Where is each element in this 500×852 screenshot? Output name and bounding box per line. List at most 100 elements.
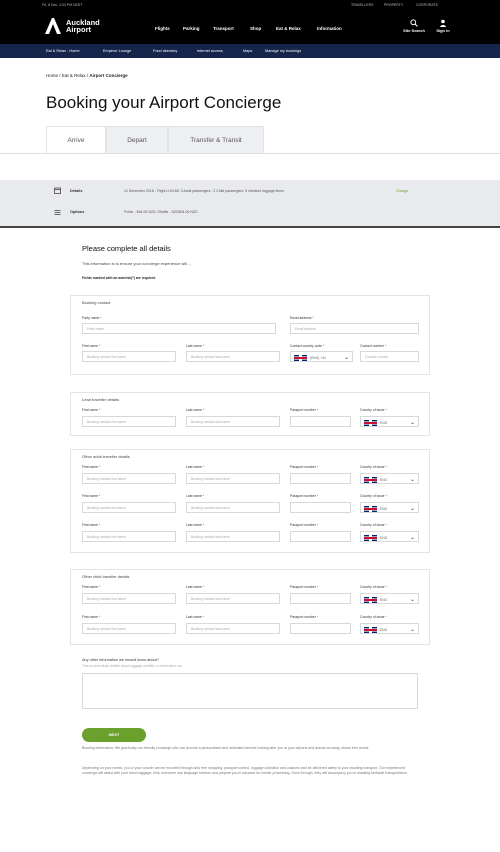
booking-contact-title: Booking contact [82,300,111,305]
email-input[interactable]: Email address [290,323,419,334]
last-name-label: Last name * [186,344,205,348]
subnav-maps[interactable]: Maps [243,49,252,53]
first-name-input[interactable]: Booking contact first name [82,502,176,513]
last-name-input[interactable]: Booking contact last name [186,502,280,513]
airport-logo-icon[interactable] [44,17,62,35]
uk-flag-icon [364,505,377,512]
details-label: Details [70,189,83,193]
adult-traveller-title: Other adult traveller details [82,454,130,459]
passport-label: Passport number * [290,465,319,469]
country-issue-select[interactable]: ENG ⌄ [360,473,419,484]
uk-flag-icon [364,476,377,483]
last-name-input[interactable]: Booking contact last name [186,351,280,362]
tab-transfer-transit[interactable]: Transfer & Transit [168,126,264,154]
next-button[interactable]: NEXT [82,728,146,742]
last-name-input[interactable]: Booking contact last name [186,473,280,484]
first-name-input[interactable]: Booking contact first name [82,531,176,542]
passport-input[interactable] [290,593,351,604]
change-link[interactable]: Change [396,189,408,193]
first-name-label: First name * [82,465,101,469]
calendar-icon [54,187,61,194]
passport-input[interactable] [290,473,351,484]
contact-number-input[interactable]: Contact number [360,351,419,362]
subnav-emperor-lounge[interactable]: Emperor Lounge [103,49,131,53]
nav-parking[interactable]: Parking [183,26,200,31]
last-name-label: Last name * [186,615,205,619]
tab-arrive[interactable]: Arrive [46,126,106,154]
form-heading: Please complete all details [82,244,171,253]
party-name-input[interactable]: Party name [82,323,276,334]
booking-summary: Details 12 December 2018 - Flight LH2158… [0,180,500,226]
other-info-label: Any other information we should know abo… [82,658,159,662]
subnav-eat-relax-home[interactable]: Eat & Relax - Home [46,49,80,53]
passport-label: Passport number * [290,408,319,412]
first-name-input[interactable]: Booking contact first name [82,593,176,604]
chevron-down-icon: ⌄ [409,419,415,426]
first-name-input[interactable]: Booking contact first name [82,416,176,427]
summary-divider [0,226,500,228]
chevron-down-icon: ⌄ [409,505,415,512]
tab-depart[interactable]: Depart [106,126,168,154]
brand-logo-text[interactable]: Auckland Airport [66,19,100,34]
sign-in-button[interactable]: Sign in [431,19,455,33]
last-name-input[interactable]: Booking contact last name [186,593,280,604]
country-issue-select[interactable]: ENG ⌄ [360,416,419,427]
other-info-textarea[interactable] [82,673,418,709]
subnav-internet-access[interactable]: Internet access [197,49,223,53]
first-name-label: First name * [82,494,101,498]
passport-input[interactable] [290,531,351,542]
country-issue-select[interactable]: ENG ⌄ [360,623,419,634]
first-name-input[interactable]: Booking contact first name [82,623,176,634]
last-name-label: Last name * [186,465,205,469]
country-issue-label: Country of issue * [360,408,387,412]
passport-input[interactable] [290,416,351,427]
first-name-input[interactable]: Booking contact first name [82,351,176,362]
main-nav: Auckland Airport Flights Parking Transpo… [0,10,500,44]
breadcrumb-home[interactable]: Home [46,73,58,78]
chevron-down-icon: ⌄ [409,534,415,541]
first-name-input[interactable]: Booking contact first name [82,473,176,484]
nav-information[interactable]: Information [317,26,342,31]
site-search-button[interactable]: Site Search [400,19,428,33]
link-corporate[interactable]: CORPORATE [416,3,438,7]
lead-traveller-title: Lead traveller details [82,397,119,402]
lead-traveller-card: Lead traveller details First name * Book… [70,392,430,436]
nav-transport[interactable]: Transport [213,26,234,31]
passport-input[interactable] [290,623,351,634]
other-info-hint: This could include details about luggage… [82,664,183,668]
country-issue-label: Country of issue * [360,494,387,498]
country-issue-select[interactable]: ENG ⌄ [360,502,419,513]
first-name-label: First name * [82,585,101,589]
uk-flag-icon [364,596,377,603]
passport-label: Passport number * [290,494,319,498]
last-name-input[interactable]: Booking contact last name [186,416,280,427]
country-issue-label: Country of issue * [360,615,387,619]
subnav-manage-bookings[interactable]: Manage my bookings [265,49,301,53]
subnav-food-directory[interactable]: Food directory [153,49,177,53]
link-travellers[interactable]: TRAVELLERS [351,3,374,7]
user-icon [439,19,447,27]
booking-info-text: Booking information: We graciously our f… [82,746,370,750]
required-note: Fields marked with an asterisk(*) are re… [82,276,156,280]
sub-nav: Eat & Relax - Home Emperor Lounge Food d… [0,44,500,58]
uk-flag-icon [364,626,377,633]
country-issue-select[interactable]: ENG ⌄ [360,593,419,604]
country-code-select[interactable]: (ENG) +44 ⌄ [290,351,353,362]
link-property[interactable]: PROPERTY [384,3,403,7]
last-name-input[interactable]: Booking contact last name [186,623,280,634]
passport-input[interactable] [290,502,351,513]
last-name-input[interactable]: Booking contact last name [186,531,280,542]
last-name-label: Last name * [186,494,205,498]
passport-label: Passport number * [290,615,319,619]
chevron-down-icon: ⌄ [343,354,349,361]
breadcrumb-eat-relax[interactable]: Eat & Relax [62,73,86,78]
chevron-down-icon: ⌄ [409,626,415,633]
breadcrumb: Home / Eat & Relax / Airport Concierge [46,73,128,78]
nav-eat-relax[interactable]: Eat & Relax [276,26,301,31]
country-issue-select[interactable]: ENG ⌄ [360,531,419,542]
nav-flights[interactable]: Flights [155,26,170,31]
uk-flag-icon [364,419,377,426]
booking-contact-card: Booking contact Party name * Party name … [70,295,430,375]
first-name-label: First name * [82,408,101,412]
nav-shop[interactable]: Shop [250,26,261,31]
